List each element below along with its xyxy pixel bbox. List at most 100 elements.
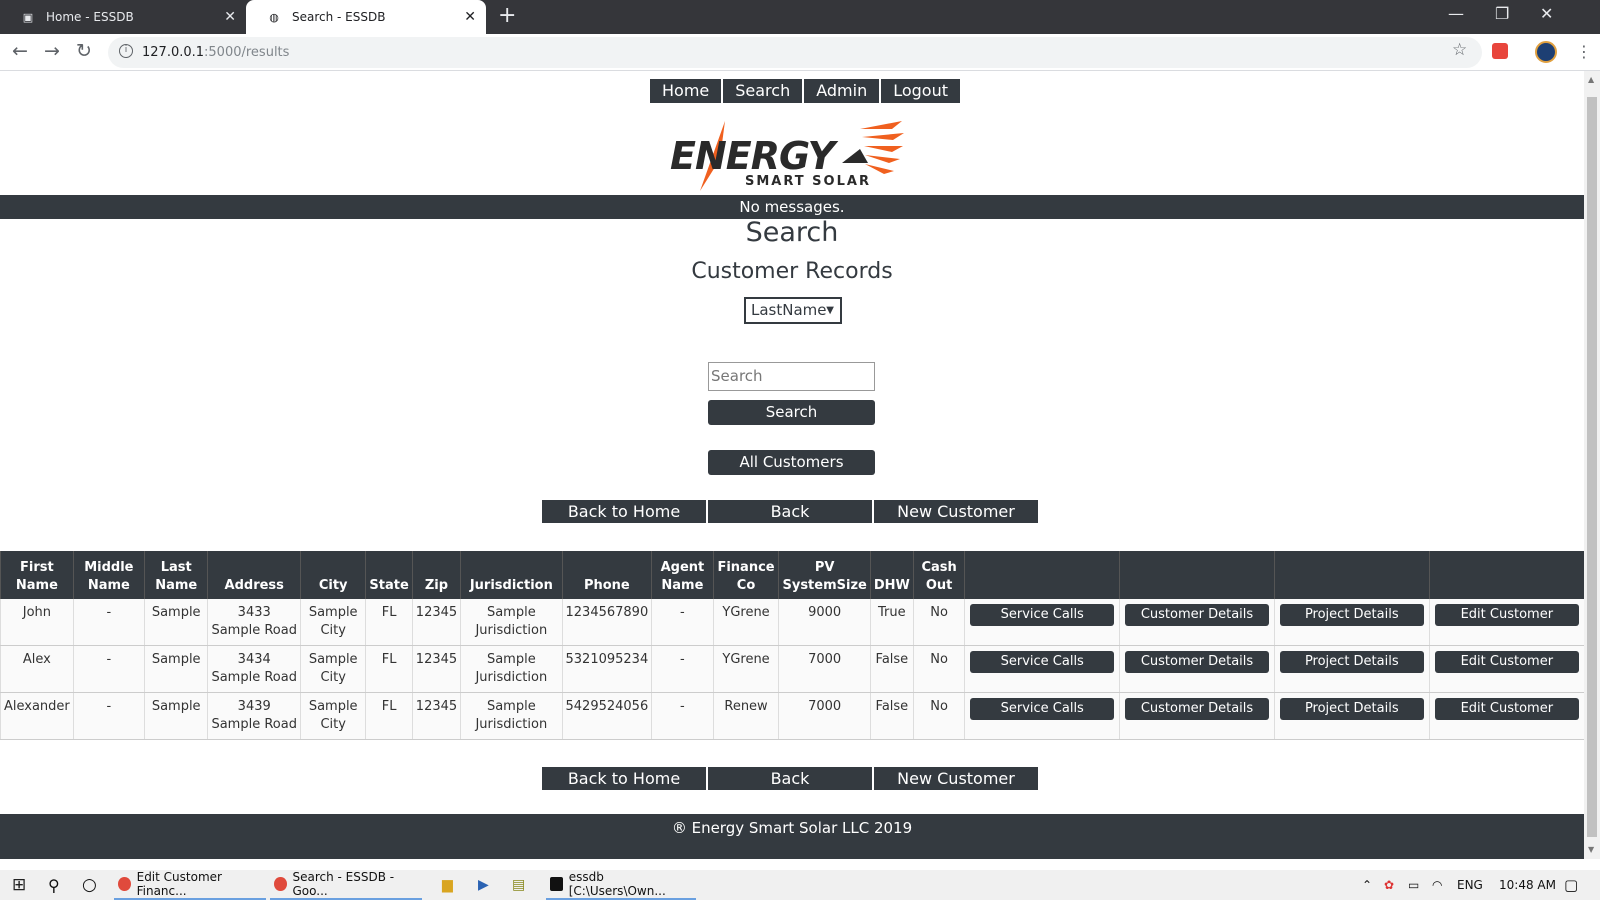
close-icon[interactable]: ✕ — [464, 9, 476, 25]
action-cell: Service Calls — [964, 692, 1120, 740]
language-indicator[interactable]: ENG — [1453, 870, 1487, 900]
table-cell: 3434 Sample Road — [207, 645, 301, 693]
service-calls-button[interactable]: Service Calls — [970, 651, 1115, 673]
taskbar-label: Search - ESSDB - Goo... — [292, 870, 395, 898]
extension-icon[interactable] — [1492, 43, 1508, 59]
service-calls-button[interactable]: Service Calls — [970, 698, 1115, 720]
edit-customer-button[interactable]: Edit Customer — [1434, 698, 1579, 720]
col-finance-co: Finance Co — [712, 551, 779, 599]
col-action-1 — [964, 551, 1120, 599]
nav-home[interactable]: Home — [650, 79, 724, 103]
search-button[interactable]: Search — [708, 400, 875, 425]
service-calls-button[interactable]: Service Calls — [970, 604, 1115, 626]
nav-admin[interactable]: Admin — [804, 79, 882, 103]
col-cash-out: Cash Out — [912, 551, 965, 599]
table-cell: No — [912, 645, 965, 693]
taskbar-pycharm[interactable]: essdb [C:\Users\Own... — [546, 870, 696, 900]
forward-arrow-icon[interactable]: → — [44, 40, 60, 62]
powershell-icon[interactable]: ▶ — [474, 870, 493, 900]
pycharm-icon — [550, 877, 563, 891]
clock[interactable]: 10:48 AM — [1495, 870, 1560, 900]
notifications-icon[interactable]: ▢ — [1560, 870, 1582, 900]
new-customer-button[interactable]: New Customer — [874, 500, 1038, 523]
kebab-menu-icon[interactable]: ⋮ — [1576, 42, 1592, 61]
terminal-icon: ▣ — [22, 10, 34, 24]
all-customers-button[interactable]: All Customers — [708, 450, 875, 475]
windows-start-icon[interactable]: ⊞ — [8, 870, 30, 900]
minimize-icon[interactable]: — — [1448, 4, 1464, 23]
table-cell: 12345 — [411, 599, 461, 646]
tab-search[interactable]: ◍ Search - ESSDB ✕ — [246, 0, 486, 34]
logo-tagline: SMART SOLAR — [745, 174, 871, 189]
table-cell: Sample Jurisdiction — [460, 645, 562, 693]
action-cell: Service Calls — [964, 599, 1120, 646]
notepad-icon[interactable]: ▤ — [508, 870, 529, 900]
profile-avatar[interactable] — [1535, 41, 1557, 63]
bookmark-star-icon[interactable]: ☆ — [1452, 40, 1467, 60]
table-cell: John — [0, 599, 74, 646]
table-cell: Sample City — [299, 692, 366, 740]
table-cell: YGrene — [712, 645, 779, 693]
tab-home[interactable]: ▣ Home - ESSDB ✕ — [0, 0, 246, 34]
table-cell: 3433 Sample Road — [207, 599, 301, 646]
customer-details-button[interactable]: Customer Details — [1125, 651, 1269, 673]
customer-details-button[interactable]: Customer Details — [1125, 698, 1269, 720]
back-button[interactable]: Back — [708, 500, 872, 523]
col-agent-name: Agent Name — [651, 551, 714, 599]
project-details-button[interactable]: Project Details — [1279, 651, 1424, 673]
col-state: State — [365, 551, 413, 599]
back-to-home-button[interactable]: Back to Home — [542, 500, 706, 523]
page-subtitle: Customer Records — [691, 259, 893, 284]
taskbar-chrome-search[interactable]: Search - ESSDB - Goo... — [270, 870, 422, 900]
close-icon[interactable]: ✕ — [224, 9, 236, 25]
show-hidden-icons[interactable]: ⌃ — [1358, 870, 1376, 900]
battery-icon[interactable]: ▭ — [1404, 870, 1423, 900]
nav-logout[interactable]: Logout — [881, 79, 962, 103]
edit-customer-button[interactable]: Edit Customer — [1434, 651, 1579, 673]
wifi-icon[interactable]: ◠ — [1428, 870, 1446, 900]
info-icon[interactable]: i — [119, 44, 133, 58]
table-cell: - — [651, 645, 714, 693]
back-arrow-icon[interactable]: ← — [12, 40, 28, 62]
customer-details-button[interactable]: Customer Details — [1125, 604, 1269, 626]
scroll-up-icon[interactable]: ▲ — [1588, 75, 1594, 84]
table-cell: FL — [365, 599, 413, 646]
table-cell: 7000 — [778, 692, 871, 740]
nav-search[interactable]: Search — [723, 79, 805, 103]
project-details-button[interactable]: Project Details — [1279, 698, 1424, 720]
window-close-icon[interactable]: ✕ — [1540, 4, 1553, 23]
back-button[interactable]: Back — [708, 767, 872, 790]
table-cell: 5321095234 — [561, 645, 652, 693]
url-host: 127.0.0.1 — [142, 45, 205, 60]
table-row: Alex - Sample 3434 Sample Road Sample City FL… — [0, 645, 1584, 693]
search-input[interactable]: Search — [708, 362, 875, 391]
page-footer: ® Energy Smart Solar LLC 2019 — [0, 814, 1584, 859]
table-cell: Sample City — [299, 645, 366, 693]
caret-down-icon: ▼ — [826, 305, 834, 316]
scroll-thumb[interactable] — [1587, 97, 1597, 837]
table-cell: YGrene — [712, 599, 779, 646]
edit-customer-button[interactable]: Edit Customer — [1434, 604, 1579, 626]
address-bar[interactable]: i 127.0.0.1:5000/results — [108, 37, 1482, 68]
reload-icon[interactable]: ↻ — [76, 40, 92, 62]
search-field-select[interactable]: LastName ▼ — [744, 297, 842, 324]
table-cell: Sample — [143, 645, 208, 693]
restore-icon[interactable]: ❐ — [1495, 4, 1509, 23]
table-cell: - — [72, 692, 145, 740]
new-customer-button[interactable]: New Customer — [874, 767, 1038, 790]
search-icon[interactable]: ⚲ — [44, 870, 64, 900]
tray-app-icon[interactable]: ✿ — [1380, 870, 1398, 900]
browser-tab-strip: ▣ Home - ESSDB ✕ ◍ Search - ESSDB ✕ + — … — [0, 0, 1600, 34]
table-cell: 5429524056 — [561, 692, 652, 740]
table-row: Alexander - Sample 3439 Sample Road Sample C… — [0, 692, 1584, 740]
col-city: City — [299, 551, 366, 599]
project-details-button[interactable]: Project Details — [1279, 604, 1424, 626]
new-tab-icon[interactable]: + — [498, 3, 516, 28]
back-to-home-button[interactable]: Back to Home — [542, 767, 706, 790]
vertical-scrollbar[interactable]: ▲ ▼ — [1584, 71, 1600, 859]
chrome-icon — [118, 877, 131, 891]
file-explorer-icon[interactable]: ▆ — [438, 870, 457, 900]
taskbar-chrome-edit[interactable]: Edit Customer Financ... — [114, 870, 266, 900]
task-view-icon[interactable]: ○ — [78, 870, 101, 900]
scroll-down-icon[interactable]: ▼ — [1588, 845, 1594, 854]
